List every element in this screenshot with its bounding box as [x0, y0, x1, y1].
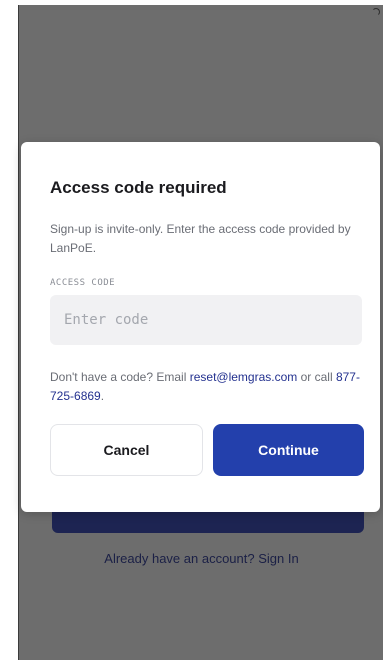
dialog-title: Access code required — [50, 178, 227, 197]
loading-icon — [372, 8, 380, 16]
help-suffix: . — [100, 389, 105, 403]
cancel-button[interactable]: Cancel — [50, 424, 203, 476]
access-code-label: ACCESS CODE — [50, 278, 116, 288]
help-prefix: Don't have a code? Email — [50, 370, 190, 384]
email-link[interactable]: reset@lemgras.com — [190, 370, 298, 384]
help-text: Don't have a code? Email reset@lemgras.c… — [50, 368, 370, 406]
background-signin-link: Already have an account? Sign In — [104, 551, 299, 566]
access-code-input[interactable] — [50, 295, 362, 345]
help-middle: or call — [297, 370, 336, 384]
dialog-description: Sign-up is invite-only. Enter the access… — [50, 222, 351, 255]
access-code-dialog: Access code required Sign-up is invite-o… — [21, 142, 380, 512]
continue-button[interactable]: Continue — [213, 424, 364, 476]
